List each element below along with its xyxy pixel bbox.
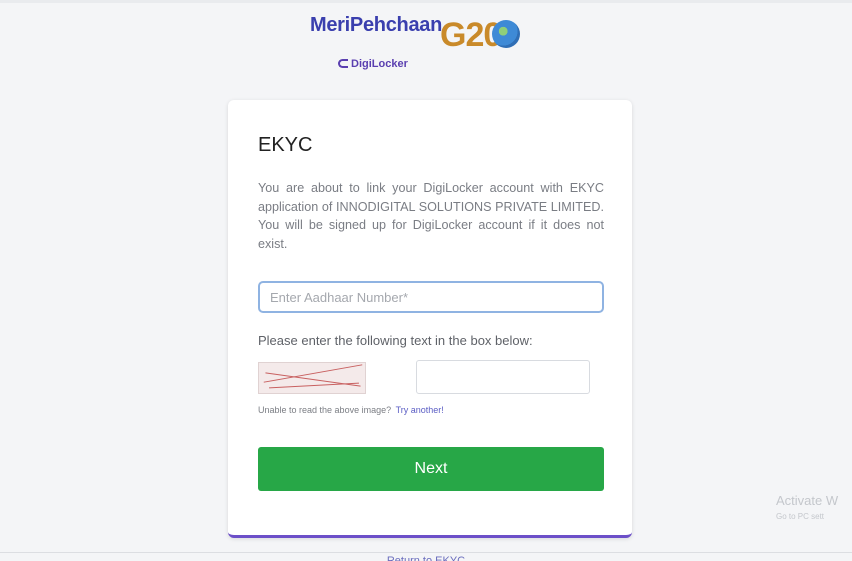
try-another-link[interactable]: Try another! xyxy=(396,405,444,415)
captcha-help-text: Unable to read the above image? xyxy=(258,405,392,415)
top-bar xyxy=(0,0,852,3)
globe-icon xyxy=(492,20,520,48)
watermark-line1: Activate W xyxy=(776,493,839,508)
next-button[interactable]: Next xyxy=(258,447,604,491)
digilocker-logo-text: DigiLocker xyxy=(351,58,408,70)
card-title: EKYC xyxy=(258,134,313,156)
digilocker-icon xyxy=(338,59,348,68)
g20-logo: G20 xyxy=(440,16,550,66)
watermark-line2: Go to PC sett xyxy=(776,512,825,521)
activate-windows-watermark: Activate W Go to PC sett xyxy=(776,493,838,521)
card-description: You are about to link your DigiLocker ac… xyxy=(258,181,604,251)
captcha-help: Unable to read the above image? Try anot… xyxy=(258,405,444,415)
captcha-input[interactable] xyxy=(416,360,590,394)
page-divider xyxy=(0,552,852,553)
captcha-image xyxy=(258,362,366,394)
captcha-instruction: Please enter the following text in the b… xyxy=(258,333,533,348)
digilocker-logo: DigiLocker xyxy=(338,58,408,70)
aadhaar-number-input[interactable] xyxy=(258,281,604,313)
return-to-ekyc-link[interactable]: Return to EKYC xyxy=(0,556,852,561)
ekyc-card: EKYC You are about to link your DigiLock… xyxy=(228,100,632,538)
meripehchaan-logo: MeriPehchaan xyxy=(310,14,443,36)
header-logos: MeriPehchaan DigiLocker G20 xyxy=(290,10,560,74)
